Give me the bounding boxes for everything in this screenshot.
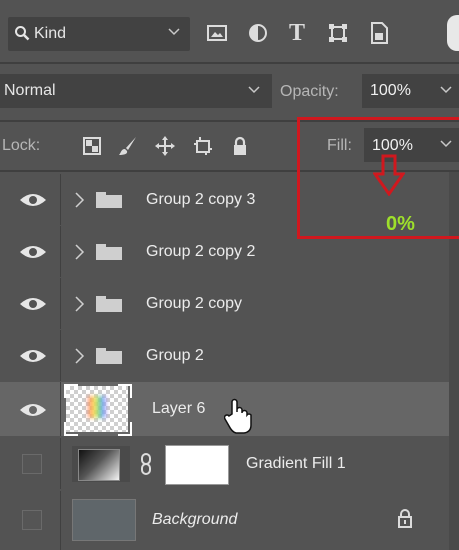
layers-panel: Kind T Normal Opacity: 100% Lock: Fill: …	[0, 0, 459, 550]
blend-mode-dropdown[interactable]: Normal	[0, 74, 272, 108]
filter-kind-dropdown[interactable]: Kind	[8, 17, 190, 51]
annotation-text: 0%	[386, 213, 415, 235]
eye-icon[interactable]	[19, 190, 47, 210]
selection-corner	[64, 384, 78, 398]
divider	[60, 278, 61, 329]
layer-row-background[interactable]: Background	[0, 491, 449, 550]
divider	[60, 382, 61, 436]
opacity-value: 100%	[370, 82, 411, 99]
opacity-field[interactable]: 100%	[362, 74, 459, 108]
lock-transparent-pixels-icon[interactable]	[78, 132, 106, 160]
chevron-down-icon	[168, 28, 180, 36]
gradient-thumbnail[interactable]	[78, 449, 120, 481]
layer-row-fill[interactable]: Gradient Fill 1	[0, 438, 449, 489]
fill-thumbnail-frame	[72, 446, 130, 482]
layer-name: Group 2 copy 2	[146, 243, 256, 260]
lock-position-icon[interactable]	[151, 132, 179, 160]
chevron-right-icon[interactable]	[72, 243, 86, 261]
divider	[60, 330, 61, 381]
lock-icon[interactable]	[397, 508, 413, 528]
type-filter-icon[interactable]: T	[282, 18, 312, 48]
layer-row-group[interactable]: Group 2 copy	[0, 278, 449, 329]
layer-name: Gradient Fill 1	[246, 455, 346, 472]
chevron-right-icon[interactable]	[72, 191, 86, 209]
blend-mode-value: Normal	[4, 82, 56, 99]
blend-options-bar: Normal Opacity: 100%	[0, 64, 459, 120]
divider	[60, 491, 61, 550]
folder-icon	[96, 192, 122, 208]
folder-icon	[96, 244, 122, 260]
adjustment-filter-icon[interactable]	[243, 18, 273, 48]
thumbnail-content	[88, 396, 106, 418]
opacity-label: Opacity:	[280, 83, 339, 100]
chevron-right-icon[interactable]	[72, 295, 86, 313]
layer-name: Layer 6	[152, 400, 206, 417]
layer-row-group[interactable]: Group 2	[0, 330, 449, 381]
lock-label: Lock:	[2, 137, 41, 154]
visibility-toggle[interactable]	[22, 454, 42, 474]
selection-corner	[118, 422, 132, 436]
filter-kind-label: Kind	[34, 25, 67, 42]
eye-icon[interactable]	[19, 242, 47, 262]
search-icon	[15, 26, 30, 41]
layer-name: Background	[152, 511, 238, 528]
divider	[60, 174, 61, 225]
layer-filter-bar: Kind T	[0, 0, 459, 62]
layer-name: Group 2 copy	[146, 295, 243, 312]
lock-image-pixels-icon[interactable]	[114, 132, 142, 160]
hand-cursor-icon	[224, 398, 252, 434]
visibility-toggle[interactable]	[22, 510, 42, 530]
selection-corner	[118, 384, 132, 398]
folder-icon	[96, 296, 122, 312]
smart-object-filter-icon[interactable]	[364, 18, 394, 48]
folder-icon	[96, 348, 122, 364]
chevron-down-icon[interactable]	[440, 86, 452, 94]
eye-icon[interactable]	[19, 294, 47, 314]
chevron-down-icon	[248, 86, 260, 94]
divider	[60, 438, 61, 489]
image-filter-icon[interactable]	[202, 18, 232, 48]
divider	[60, 226, 61, 277]
lock-artboard-icon[interactable]	[189, 132, 217, 160]
chevron-right-icon[interactable]	[72, 347, 86, 365]
link-icon[interactable]	[139, 453, 153, 475]
shape-filter-icon[interactable]	[323, 18, 353, 48]
background-thumbnail[interactable]	[72, 499, 136, 541]
arrow-down-icon	[373, 154, 405, 196]
layer-name: Group 2	[146, 347, 204, 364]
layer-mask-thumbnail[interactable]	[165, 445, 229, 485]
eye-icon[interactable]	[19, 346, 47, 366]
selection-corner	[64, 422, 78, 436]
filter-toggle-switch[interactable]	[447, 15, 459, 51]
layer-name: Group 2 copy 3	[146, 191, 256, 208]
lock-all-icon[interactable]	[226, 132, 254, 160]
eye-icon[interactable]	[19, 400, 47, 420]
